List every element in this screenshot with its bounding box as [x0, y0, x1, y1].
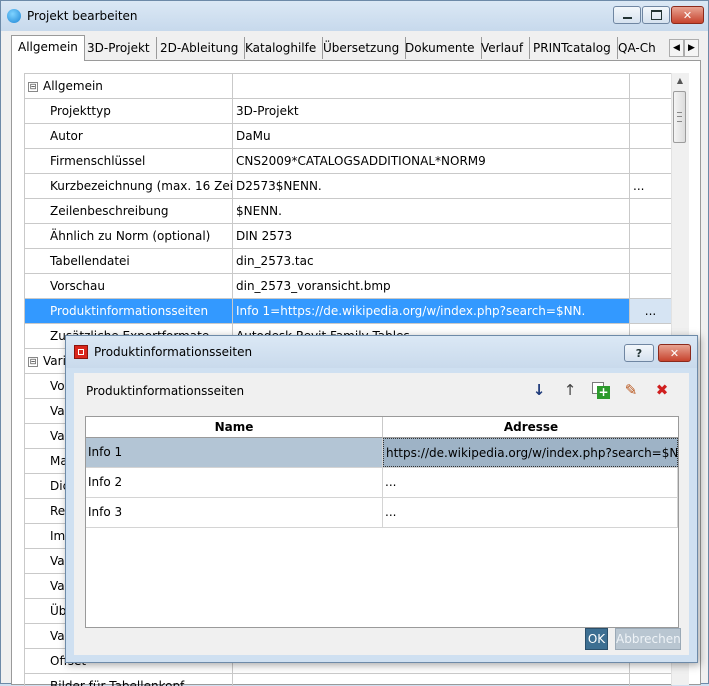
app-icon: [7, 9, 21, 23]
grid-row[interactable]: Projekttyp 3D-Projekt: [25, 99, 672, 124]
tab-bar: Allgemein 3D-Projekt 2D-Ableitung Katalo…: [11, 35, 671, 61]
grid-row[interactable]: Bilder für Tabellenkopf: [25, 674, 672, 686]
scroll-thumb[interactable]: [673, 91, 686, 143]
close-button[interactable]: ✕: [671, 6, 704, 24]
tab-uebersetzung[interactable]: Übersetzung: [317, 37, 407, 59]
add-row-button[interactable]: +: [590, 379, 612, 401]
ellipsis-button[interactable]: ...: [630, 299, 672, 323]
tab-printcatalog[interactable]: PRINTcatalog: [527, 37, 618, 59]
grid-row[interactable]: Kurzbezeichnung (max. 16 Zeichen)D2573$N…: [25, 174, 672, 199]
dialog-body: Produktinformationsseiten ↓ ↑ + ✎ ✖ Name…: [74, 373, 689, 655]
help-icon: ?: [635, 346, 643, 360]
ok-button[interactable]: OK: [585, 628, 608, 650]
maximize-icon: [650, 10, 662, 20]
grid-row[interactable]: Zeilenbeschreibung $NENN.: [25, 199, 672, 224]
grid-row-selected[interactable]: Produktinformationsseiten Info 1=https://…: [25, 299, 672, 324]
tab-3d-projekt[interactable]: 3D-Projekt: [81, 37, 157, 59]
app-logo-icon: [74, 345, 88, 359]
tab-scroll-left-icon[interactable]: ◀: [669, 39, 684, 57]
help-button[interactable]: ?: [624, 344, 654, 362]
category-allgemein[interactable]: ⊟ Allgemein: [25, 74, 672, 99]
close-icon: ✕: [669, 346, 680, 360]
close-icon: ✕: [682, 8, 693, 22]
move-up-icon[interactable]: ↑: [559, 379, 581, 401]
dialog-label: Produktinformationsseiten: [86, 384, 245, 398]
cancel-button[interactable]: Abbrechen: [615, 628, 681, 650]
dialog-close-button[interactable]: ✕: [658, 344, 691, 362]
table-row[interactable]: Info 3 ...: [86, 498, 678, 528]
column-header-address[interactable]: Adresse: [383, 417, 678, 438]
dialog-title-bar[interactable]: Produktinformationsseiten ? ✕: [66, 336, 697, 368]
ellipsis-button[interactable]: ...: [630, 174, 672, 198]
window-title: Projekt bearbeiten: [27, 9, 138, 23]
project-edit-window: Projekt bearbeiten ✕ Allgemein 3D-Projek…: [0, 0, 709, 686]
grid-row[interactable]: Autor DaMu: [25, 124, 672, 149]
edit-icon[interactable]: ✎: [620, 379, 642, 401]
tab-dokumente[interactable]: Dokumente: [399, 37, 482, 59]
info-pages-table: Name Adresse Info 1 https://de.wikipedia…: [85, 416, 679, 628]
grid-row[interactable]: Tabellendatei din_2573.tac: [25, 249, 672, 274]
table-row[interactable]: Info 2 ...: [86, 468, 678, 498]
grid-row[interactable]: Firmenschlüssel CNS2009*CATALOGSADDITIONA…: [25, 149, 672, 174]
title-bar[interactable]: Projekt bearbeiten ✕: [1, 1, 708, 31]
tab-scroll-right-icon[interactable]: ▶: [684, 39, 699, 57]
collapse-icon[interactable]: ⊟: [28, 81, 38, 92]
product-info-dialog: Produktinformationsseiten ? ✕ Produktinf…: [65, 335, 698, 663]
column-header-name[interactable]: Name: [86, 417, 383, 438]
grid-row[interactable]: Vorschau din_2573_voransicht.bmp: [25, 274, 672, 299]
add-icon: +: [597, 385, 610, 399]
minimize-button[interactable]: [613, 6, 641, 24]
collapse-icon[interactable]: ⊟: [28, 356, 38, 367]
grid-row[interactable]: Ähnlich zu Norm (optional) DIN 2573: [25, 224, 672, 249]
move-down-icon[interactable]: ↓: [528, 379, 550, 401]
tab-verlauf[interactable]: Verlauf: [475, 37, 531, 59]
minimize-icon: [622, 17, 632, 19]
scroll-up-icon[interactable]: ▲: [674, 75, 686, 87]
dialog-title: Produktinformationsseiten: [94, 345, 253, 359]
table-row-selected[interactable]: Info 1 https://de.wikipedia.org/w/index.…: [86, 438, 678, 468]
tab-allgemein[interactable]: Allgemein: [11, 35, 85, 61]
tab-scroll: ◀ ▶: [669, 39, 701, 57]
grip-icon: [677, 112, 682, 122]
delete-icon[interactable]: ✖: [651, 379, 673, 401]
tab-qa-check[interactable]: QA-Ch: [612, 37, 662, 59]
tab-kataloghilfe[interactable]: Kataloghilfe: [239, 37, 324, 59]
tab-2d-ableitung[interactable]: 2D-Ableitung: [154, 37, 246, 59]
category-label: Allgemein: [43, 79, 103, 93]
maximize-button[interactable]: [642, 6, 670, 24]
